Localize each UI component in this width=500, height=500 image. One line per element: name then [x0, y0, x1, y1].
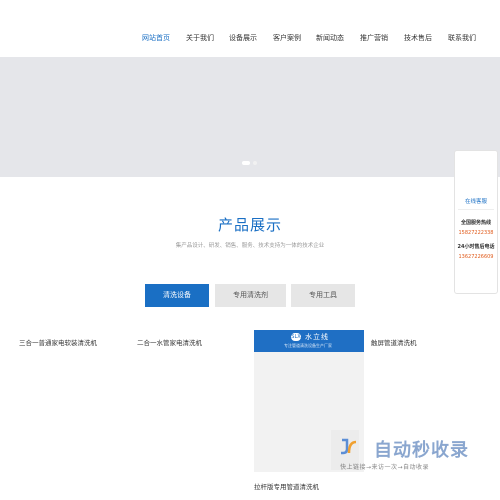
nav-cases[interactable]: 客户案例 [273, 33, 301, 43]
nav-home[interactable]: 网站首页 [142, 33, 170, 43]
watermark-logo-icon [341, 438, 357, 455]
product-name[interactable]: 二合一水管家电清洗机 [137, 337, 202, 347]
section-title: 产品展示 [217, 216, 282, 234]
header: 网站首页 关于我们 设备展示 客户案例 新闻动态 推广营销 技术售后 联系我们 [0, 0, 500, 57]
tab-cleaning-equipment[interactable]: 清洗设备 [145, 284, 209, 307]
slider-dot[interactable] [253, 161, 257, 165]
watermark-subtitle: 快上链接→来访一次→自动收录 [340, 464, 430, 471]
nav-contact[interactable]: 联系我们 [448, 33, 476, 43]
divider [458, 209, 494, 210]
tab-cleaning-agent[interactable]: 专用清洗剂 [215, 284, 286, 307]
online-service-link[interactable]: 在线客服 [455, 197, 497, 205]
tab-tools[interactable]: 专用工具 [291, 284, 355, 307]
aftersales-title: 24小时售后电话 [457, 244, 495, 250]
section-subtitle: 集产品设计、研发、销售、服务、技术支持为一体的技术企业 [175, 243, 325, 249]
nav-support[interactable]: 技术售后 [404, 33, 432, 43]
brand-name: 水立线 [305, 333, 329, 341]
nav-marketing[interactable]: 推广营销 [360, 33, 388, 43]
slider-dot-active[interactable] [242, 161, 250, 165]
product-image-header: SLX 水立线 专注管道清洗设备生产厂家 [254, 330, 364, 352]
product-name[interactable]: 触屏管道清洗机 [371, 337, 417, 347]
watermark-title: 自动秒收录 [374, 440, 469, 461]
hero-banner[interactable] [0, 57, 500, 177]
aftersales-number[interactable]: 13627226609 [455, 254, 497, 260]
brand-logo-icon: SLX [291, 333, 301, 341]
nav-equipment[interactable]: 设备展示 [229, 33, 257, 43]
main-nav: 网站首页 关于我们 设备展示 客户案例 新闻动态 推广营销 技术售后 联系我们 [0, 33, 500, 47]
hotline-number[interactable]: 15827222338 [455, 230, 497, 236]
nav-about[interactable]: 关于我们 [186, 33, 214, 43]
product-name[interactable]: 三合一普通家电软装清洗机 [19, 337, 97, 347]
customer-service-panel: 在线客服 全国服务热线 15827222338 24小时售后电话 1362722… [454, 150, 498, 294]
nav-news[interactable]: 新闻动态 [316, 33, 344, 43]
brand-slogan: 专注管道清洗设备生产厂家 [284, 343, 332, 348]
product-name[interactable]: 拉杆版专用管道清洗机 [254, 481, 319, 491]
hotline-title: 全国服务热线 [460, 220, 491, 226]
